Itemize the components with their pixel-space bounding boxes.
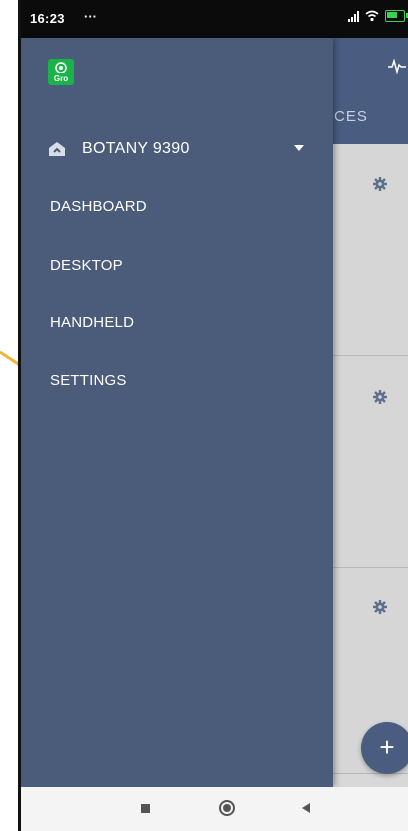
home-nav-icon[interactable] xyxy=(219,800,235,816)
status-dots: ··· xyxy=(84,9,97,24)
wifi-icon xyxy=(55,62,67,73)
phone-screen: 16:23 ··· CES + Gro BOTANY 9390 DASHBOAR… xyxy=(18,0,408,831)
battery-icon xyxy=(385,10,408,22)
drawer-item-settings[interactable]: SETTINGS xyxy=(50,372,127,389)
navigation-drawer: Gro BOTANY 9390 DASHBOARD DESKTOP HANDHE… xyxy=(21,38,333,787)
add-fab-button[interactable]: + xyxy=(361,722,408,774)
status-icons xyxy=(348,10,408,22)
recents-icon[interactable] xyxy=(141,804,150,813)
drawer-item-handheld[interactable]: HANDHELD xyxy=(50,314,134,331)
back-icon[interactable] xyxy=(302,803,310,813)
gear-icon[interactable] xyxy=(373,177,387,191)
gro-logo: Gro xyxy=(48,59,74,85)
site-label: BOTANY 9390 xyxy=(82,140,190,157)
logo-text: Gro xyxy=(53,74,69,83)
signal-icon xyxy=(348,10,359,22)
drawer-item-dashboard[interactable]: DASHBOARD xyxy=(50,198,147,215)
gear-icon[interactable] xyxy=(373,600,387,614)
wifi-icon xyxy=(365,10,379,22)
home-icon xyxy=(49,142,65,156)
pulse-icon[interactable] xyxy=(388,58,406,74)
site-selector[interactable]: BOTANY 9390 xyxy=(48,138,304,160)
gear-icon[interactable] xyxy=(373,390,387,404)
drawer-item-desktop[interactable]: DESKTOP xyxy=(50,257,123,274)
tab-label[interactable]: CES xyxy=(334,108,368,125)
system-nav-bar xyxy=(21,787,408,831)
status-time: 16:23 xyxy=(30,11,65,26)
status-bar: 16:23 ··· xyxy=(21,0,408,38)
caret-down-icon[interactable] xyxy=(294,145,304,151)
